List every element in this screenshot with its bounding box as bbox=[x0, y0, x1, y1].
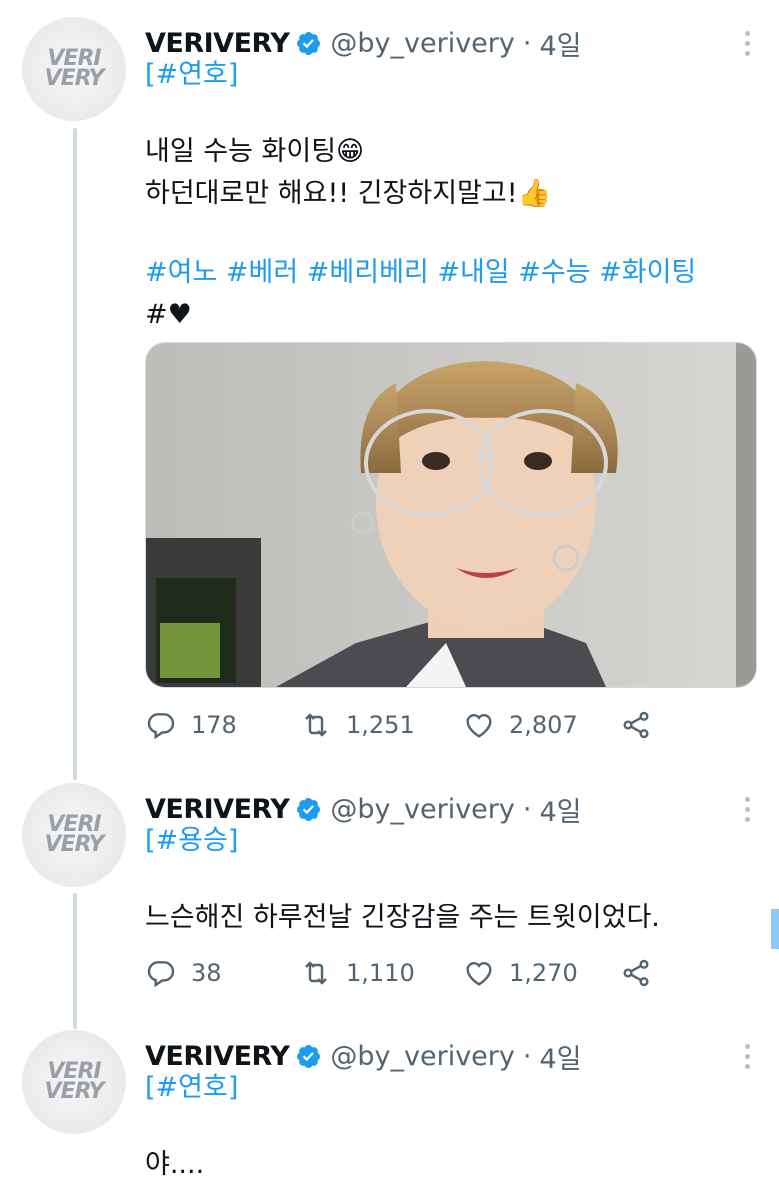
display-name[interactable]: VERIVERY bbox=[145, 794, 290, 825]
tweet-text-line: 내일 수능 화이팅😁 bbox=[145, 136, 365, 167]
handle[interactable]: @by_verivery bbox=[330, 794, 514, 825]
like-count: 2,807 bbox=[509, 711, 578, 739]
tweet-actions: 178 1,251 2,807 bbox=[145, 705, 665, 745]
separator-dot: · bbox=[522, 1040, 532, 1072]
avatar-logo: VERI VERY bbox=[44, 812, 105, 857]
reply-icon bbox=[147, 713, 175, 740]
hashtags[interactable]: #여노 #베러 #베리베리 #내일 #수능 #화이팅 bbox=[145, 253, 696, 293]
heart-hashtag[interactable]: #♥ bbox=[145, 295, 192, 335]
share-icon bbox=[623, 959, 649, 987]
like-count: 1,270 bbox=[509, 959, 578, 987]
like-button[interactable]: 2,807 bbox=[463, 705, 578, 745]
verified-badge-icon bbox=[297, 797, 321, 821]
separator-dot: · bbox=[522, 793, 532, 825]
tweet-actions: 38 1,110 1,270 bbox=[145, 953, 665, 993]
more-icon[interactable] bbox=[745, 31, 751, 56]
display-name[interactable]: VERIVERY bbox=[145, 28, 290, 59]
tweet-photo[interactable] bbox=[145, 342, 757, 688]
reply-count: 178 bbox=[191, 711, 237, 739]
tweet-3[interactable]: VERI VERY VERIVERY @by_verivery · 4일 [#연… bbox=[0, 1030, 779, 1200]
reply-button[interactable]: 38 bbox=[145, 953, 222, 993]
scrollbar-thumb[interactable] bbox=[771, 909, 779, 949]
tweet-text-line: 야.... bbox=[145, 1149, 205, 1180]
timestamp[interactable]: 4일 bbox=[539, 1037, 581, 1076]
retweet-count: 1,110 bbox=[346, 959, 415, 987]
tweet-tag[interactable]: [#연호] bbox=[145, 55, 238, 95]
reply-button[interactable]: 178 bbox=[145, 705, 237, 745]
share-button[interactable] bbox=[620, 705, 666, 745]
tweet-tag[interactable]: [#연호] bbox=[145, 1068, 238, 1108]
avatar-logo: VERI VERY bbox=[44, 1059, 105, 1104]
more-icon[interactable] bbox=[745, 797, 751, 822]
verified-badge-icon bbox=[297, 31, 321, 55]
heart-icon bbox=[466, 962, 492, 986]
avatar[interactable]: VERI VERY bbox=[22, 783, 126, 887]
reply-icon bbox=[147, 961, 175, 988]
tweet-tag[interactable]: [#용승] bbox=[145, 821, 238, 861]
more-icon[interactable] bbox=[745, 1044, 751, 1069]
retweet-icon bbox=[305, 961, 327, 985]
retweet-icon bbox=[305, 713, 327, 737]
tweet-2[interactable]: VERI VERY VERIVERY @by_verivery · 4일 [#용… bbox=[0, 783, 779, 1023]
share-icon bbox=[623, 711, 649, 739]
timestamp[interactable]: 4일 bbox=[539, 24, 581, 63]
timestamp[interactable]: 4일 bbox=[539, 790, 581, 829]
handle[interactable]: @by_verivery bbox=[330, 1041, 514, 1072]
verified-badge-icon bbox=[297, 1044, 321, 1068]
share-button[interactable] bbox=[620, 953, 666, 993]
reply-count: 38 bbox=[191, 959, 222, 987]
retweet-button[interactable]: 1,110 bbox=[300, 953, 415, 993]
separator-dot: · bbox=[522, 27, 532, 59]
tweet-text-line: 하던대로만 해요!! 긴장하지말고!👍 bbox=[145, 178, 552, 209]
retweet-count: 1,251 bbox=[346, 711, 415, 739]
avatar-logo: VERI VERY bbox=[44, 46, 105, 91]
tweet-1[interactable]: VERI VERY VERIVERY @by_verivery · 4일 [#연… bbox=[0, 17, 779, 777]
display-name[interactable]: VERIVERY bbox=[145, 1041, 290, 1072]
avatar[interactable]: VERI VERY bbox=[22, 17, 126, 121]
heart-icon bbox=[466, 714, 492, 738]
avatar[interactable]: VERI VERY bbox=[22, 1030, 126, 1134]
handle[interactable]: @by_verivery bbox=[330, 28, 514, 59]
retweet-button[interactable]: 1,251 bbox=[300, 705, 415, 745]
photo-illustration bbox=[146, 343, 756, 687]
like-button[interactable]: 1,270 bbox=[463, 953, 578, 993]
tweet-text-line: 느슨해진 하루전날 긴장감을 주는 트윗이었다. bbox=[145, 902, 660, 933]
